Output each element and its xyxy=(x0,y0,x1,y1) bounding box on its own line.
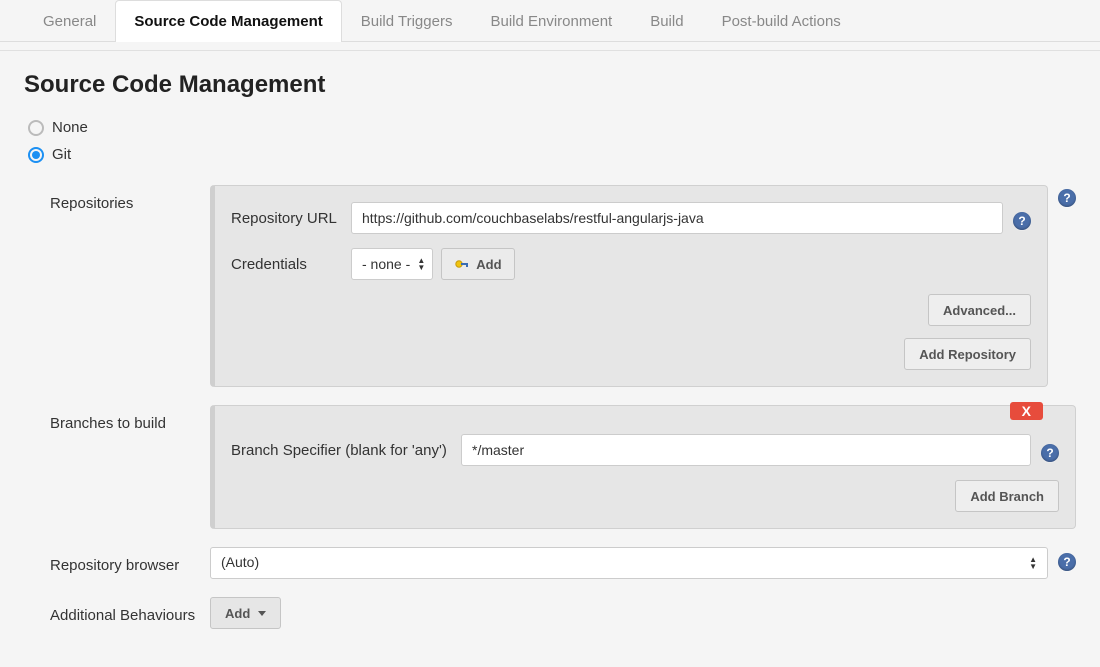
add-credentials-button[interactable]: Add xyxy=(441,248,514,280)
browser-value: (Auto) xyxy=(221,554,259,570)
help-icon[interactable]: ? xyxy=(1058,189,1076,207)
branch-specifier-label: Branch Specifier (blank for 'any') xyxy=(231,442,461,459)
advanced-button[interactable]: Advanced... xyxy=(928,294,1031,326)
behaviours-label: Additional Behaviours xyxy=(50,597,210,624)
tab-build[interactable]: Build xyxy=(631,0,702,42)
tab-general[interactable]: General xyxy=(24,0,115,42)
tab-build-environment[interactable]: Build Environment xyxy=(471,0,631,42)
key-icon xyxy=(454,256,470,272)
browser-block: Repository browser (Auto) ▲▼ ? xyxy=(50,547,1076,579)
tab-post-build-actions[interactable]: Post-build Actions xyxy=(703,0,860,42)
add-behaviour-label: Add xyxy=(225,606,250,621)
repositories-panel: Repository URL ? Credentials - none - ▲▼ xyxy=(210,185,1048,387)
repositories-label: Repositories xyxy=(50,185,210,212)
repo-url-input[interactable] xyxy=(351,202,1003,234)
branches-panel: X Branch Specifier (blank for 'any') ? A… xyxy=(210,405,1076,529)
radio-label-none: None xyxy=(52,119,88,136)
section-title: Source Code Management xyxy=(24,71,1076,99)
select-arrows-icon: ▲▼ xyxy=(417,257,425,271)
help-icon[interactable]: ? xyxy=(1041,444,1059,462)
branches-label: Branches to build xyxy=(50,405,210,432)
delete-branch-button[interactable]: X xyxy=(1010,402,1043,420)
scm-option-git[interactable]: Git xyxy=(28,146,1076,163)
browser-label: Repository browser xyxy=(50,547,210,574)
credentials-value: - none - xyxy=(362,256,410,272)
repository-browser-select[interactable]: (Auto) ▲▼ xyxy=(210,547,1048,579)
add-behaviour-button[interactable]: Add xyxy=(210,597,281,629)
radio-label-git: Git xyxy=(52,146,71,163)
git-config: Repositories Repository URL ? Credential… xyxy=(50,185,1076,629)
help-icon[interactable]: ? xyxy=(1058,553,1076,571)
select-arrows-icon: ▲▼ xyxy=(1029,556,1037,570)
scm-option-none[interactable]: None xyxy=(28,119,1076,136)
radio-none[interactable] xyxy=(28,120,44,136)
behaviours-block: Additional Behaviours Add xyxy=(50,597,1076,629)
radio-git[interactable] xyxy=(28,147,44,163)
repositories-block: Repositories Repository URL ? Credential… xyxy=(50,185,1076,387)
tab-source-code-management[interactable]: Source Code Management xyxy=(115,0,341,42)
add-credentials-label: Add xyxy=(476,257,501,272)
branch-specifier-input[interactable] xyxy=(461,434,1031,466)
chevron-down-icon xyxy=(258,611,266,616)
credentials-label: Credentials xyxy=(231,256,351,273)
branches-block: Branches to build X Branch Specifier (bl… xyxy=(50,405,1076,529)
repo-url-label: Repository URL xyxy=(231,210,351,227)
credentials-select[interactable]: - none - ▲▼ xyxy=(351,248,433,280)
help-icon[interactable]: ? xyxy=(1013,212,1031,230)
tab-build-triggers[interactable]: Build Triggers xyxy=(342,0,472,42)
add-branch-button[interactable]: Add Branch xyxy=(955,480,1059,512)
page-content: Source Code Management None Git Reposito… xyxy=(0,51,1100,667)
tab-bar: General Source Code Management Build Tri… xyxy=(0,0,1100,42)
add-repository-button[interactable]: Add Repository xyxy=(904,338,1031,370)
